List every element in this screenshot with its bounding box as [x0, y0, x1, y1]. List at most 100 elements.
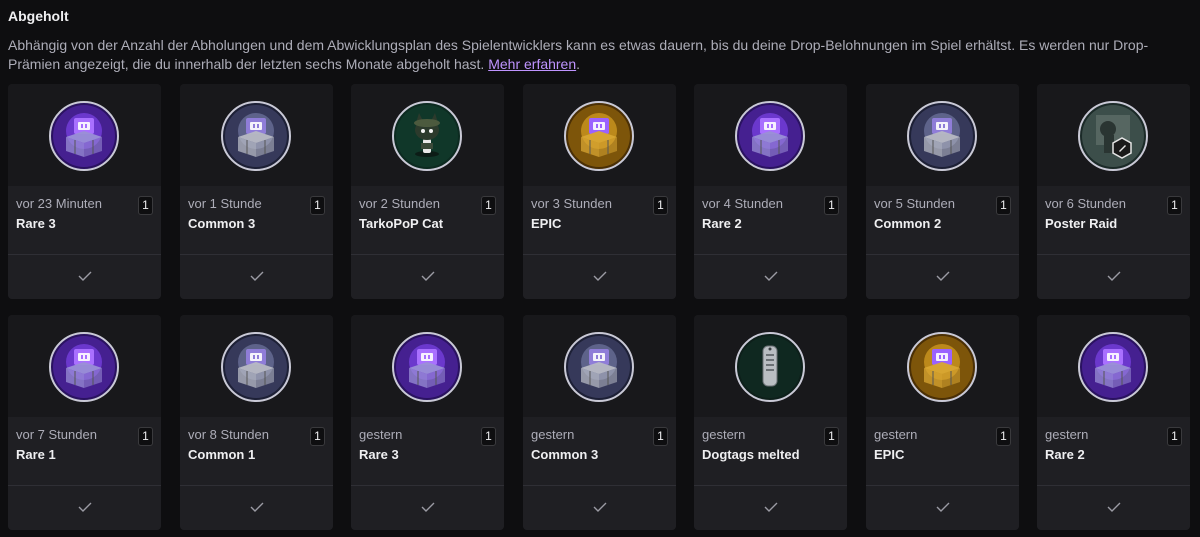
dogtags-icon — [735, 332, 805, 402]
drop-name: Rare 3 — [16, 216, 56, 231]
claimed-time: gestern — [702, 427, 746, 442]
drop-card: vor 6 Stunden Poster Raid 1 — [1037, 84, 1190, 299]
quantity-badge: 1 — [653, 196, 668, 215]
claimed-time: vor 4 Stunden — [702, 196, 783, 211]
checkmark-icon — [936, 502, 950, 512]
twitch-loot-crate-epic-icon — [564, 101, 634, 171]
drop-card: gestern EPIC 1 — [866, 315, 1019, 530]
drop-image-area — [866, 315, 1019, 417]
drop-info: vor 5 Stunden Common 2 1 — [866, 186, 1019, 254]
drop-info: vor 4 Stunden Rare 2 1 — [694, 186, 847, 254]
checkmark-icon — [1107, 271, 1121, 281]
drop-info: vor 3 Stunden EPIC 1 — [523, 186, 676, 254]
claimed-time: vor 7 Stunden — [16, 427, 97, 442]
description-suffix: . — [576, 56, 581, 72]
checkmark-icon — [421, 502, 435, 512]
quantity-badge: 1 — [481, 427, 496, 446]
quantity-badge: 1 — [481, 196, 496, 215]
drop-image-area — [866, 84, 1019, 186]
claimed-time: vor 2 Stunden — [359, 196, 440, 211]
quantity-badge: 1 — [310, 196, 325, 215]
drop-name: Rare 2 — [702, 216, 742, 231]
drop-name: Common 1 — [188, 447, 256, 462]
claimed-time: vor 8 Stunden — [188, 427, 269, 442]
claimed-time: gestern — [874, 427, 918, 442]
twitch-loot-crate-rare-icon — [1078, 332, 1148, 402]
checkmark-icon — [593, 502, 607, 512]
quantity-badge: 1 — [824, 196, 839, 215]
quantity-badge: 1 — [653, 427, 668, 446]
claimed-status — [1037, 486, 1190, 530]
twitch-loot-crate-common-icon — [907, 101, 977, 171]
quantity-badge: 1 — [138, 196, 153, 215]
checkmark-icon — [78, 502, 92, 512]
drop-name: Dogtags melted — [702, 447, 800, 462]
quantity-badge: 1 — [996, 427, 1011, 446]
claimed-time: vor 1 Stunde — [188, 196, 262, 211]
drop-image-area — [694, 84, 847, 186]
claimed-status — [866, 486, 1019, 530]
claimed-time: gestern — [531, 427, 575, 442]
drop-image-area — [694, 315, 847, 417]
drop-card: vor 4 Stunden Rare 2 1 — [694, 84, 847, 299]
section-title: Abgeholt — [8, 8, 69, 24]
claimed-time: vor 6 Stunden — [1045, 196, 1126, 211]
drop-info: vor 2 Stunden TarkoPoP Cat 1 — [351, 186, 504, 254]
drop-info: gestern Rare 2 1 — [1037, 417, 1190, 485]
claimed-status — [8, 486, 161, 530]
drop-info: vor 23 Minuten Rare 3 1 — [8, 186, 161, 254]
claimed-status — [694, 255, 847, 299]
twitch-loot-crate-epic-icon — [907, 332, 977, 402]
drop-name: Rare 3 — [359, 447, 399, 462]
drop-name: Common 3 — [188, 216, 256, 231]
quantity-badge: 1 — [138, 427, 153, 446]
quantity-badge: 1 — [310, 427, 325, 446]
checkmark-icon — [1107, 502, 1121, 512]
drop-image-area — [523, 84, 676, 186]
quantity-badge: 1 — [1167, 427, 1182, 446]
section-header: Abgeholt Abhängig von der Anzahl der Abh… — [8, 7, 1192, 74]
claimed-time: gestern — [359, 427, 403, 442]
learn-more-link[interactable]: Mehr erfahren — [488, 56, 576, 72]
drop-card: gestern Rare 3 1 — [351, 315, 504, 530]
drop-image-area — [180, 315, 333, 417]
drop-card: gestern Rare 2 1 — [1037, 315, 1190, 530]
drop-card: gestern Dogtags melted 1 — [694, 315, 847, 530]
drop-name: EPIC — [874, 447, 905, 462]
drop-card: vor 5 Stunden Common 2 1 — [866, 84, 1019, 299]
drop-info: vor 8 Stunden Common 1 1 — [180, 417, 333, 485]
drop-name: Poster Raid — [1045, 216, 1118, 231]
drop-card: vor 8 Stunden Common 1 1 — [180, 315, 333, 530]
claimed-status — [866, 255, 1019, 299]
drop-image-area — [1037, 315, 1190, 417]
claimed-status — [8, 255, 161, 299]
claimed-status — [523, 255, 676, 299]
drop-image-area — [351, 315, 504, 417]
claimed-status — [1037, 255, 1190, 299]
checkmark-icon — [764, 271, 778, 281]
drop-image-area — [351, 84, 504, 186]
drop-info: vor 6 Stunden Poster Raid 1 — [1037, 186, 1190, 254]
claimed-time: vor 23 Minuten — [16, 196, 102, 211]
drop-card: vor 23 Minuten Rare 3 1 — [8, 84, 161, 299]
drop-image-area — [1037, 84, 1190, 186]
drop-info: gestern Common 3 1 — [523, 417, 676, 485]
drop-info: gestern Dogtags melted 1 — [694, 417, 847, 485]
quantity-badge: 1 — [1167, 196, 1182, 215]
drop-image-area — [8, 315, 161, 417]
drop-image-area — [8, 84, 161, 186]
checkmark-icon — [764, 502, 778, 512]
drop-card: vor 1 Stunde Common 3 1 — [180, 84, 333, 299]
twitch-loot-crate-common-icon — [221, 332, 291, 402]
claimed-time: vor 3 Stunden — [531, 196, 612, 211]
drop-info: gestern EPIC 1 — [866, 417, 1019, 485]
drop-card: vor 2 Stunden TarkoPoP Cat 1 — [351, 84, 504, 299]
drop-name: Common 2 — [874, 216, 942, 231]
checkmark-icon — [78, 271, 92, 281]
drop-image-area — [180, 84, 333, 186]
drop-name: EPIC — [531, 216, 562, 231]
drop-info: gestern Rare 3 1 — [351, 417, 504, 485]
claimed-status — [351, 486, 504, 530]
quantity-badge: 1 — [996, 196, 1011, 215]
twitch-loot-crate-rare-icon — [735, 101, 805, 171]
